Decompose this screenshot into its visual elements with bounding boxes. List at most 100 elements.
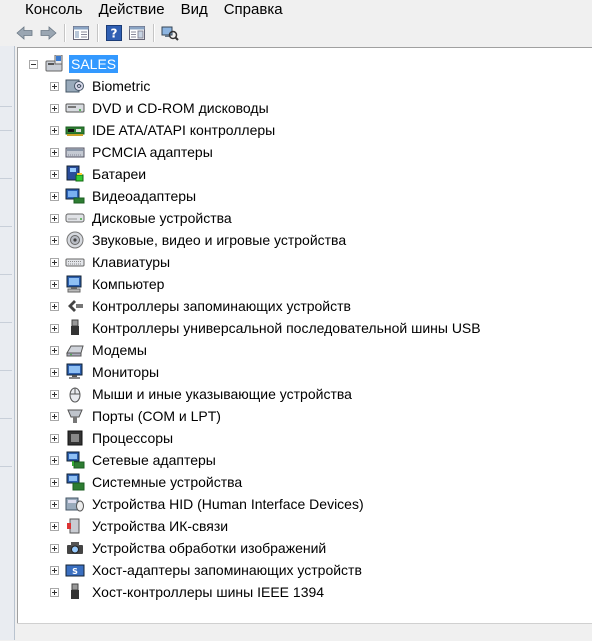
tree-item[interactable]: Biometric	[50, 75, 152, 97]
back-icon	[16, 26, 34, 40]
menu-action[interactable]: Действие	[91, 1, 173, 19]
tree-item[interactable]: Устройства обработки изображений	[50, 537, 328, 559]
expand-toggle[interactable]	[50, 587, 59, 597]
tree-item[interactable]: Звуковые, видео и игровые устройства	[50, 229, 348, 251]
expand-toggle[interactable]	[50, 345, 59, 355]
tree-item-label: Устройства обработки изображений	[92, 540, 327, 556]
tree-item-label: DVD и CD-ROM дисководы	[92, 100, 269, 116]
infrared-icon	[65, 517, 85, 535]
expand-toggle[interactable]	[50, 81, 59, 91]
expand-toggle[interactable]	[50, 543, 59, 553]
tree-item[interactable]: DVD и CD-ROM дисководы	[50, 97, 271, 119]
expand-toggle[interactable]	[50, 367, 59, 377]
usb-icon	[65, 319, 85, 337]
tree-item[interactable]: Контроллеры универсальной последовательн…	[50, 317, 483, 339]
tree-item[interactable]: Мониторы	[50, 361, 161, 383]
tree-item-label: Дисковые устройства	[92, 210, 232, 226]
status-bar	[17, 623, 592, 641]
storage-host-adapter-icon: S	[65, 561, 85, 579]
hid-icon	[65, 495, 85, 513]
properties-button[interactable]	[126, 22, 148, 44]
tree-item-label: Контроллеры запоминающих устройств	[92, 298, 351, 314]
expand-toggle[interactable]	[50, 323, 59, 333]
menu-help[interactable]: Справка	[216, 1, 291, 19]
expand-toggle[interactable]	[50, 301, 59, 311]
forward-icon	[39, 26, 57, 40]
svg-text:S: S	[72, 567, 78, 576]
mouse-icon	[65, 385, 85, 403]
scan-hardware-button[interactable]	[159, 22, 181, 44]
computer-icon	[65, 275, 85, 293]
tree-item-label: Системные устройства	[92, 474, 243, 490]
tree-item-label: PCMCIA адаптеры	[92, 144, 213, 160]
tree-item[interactable]: PCMCIA адаптеры	[50, 141, 215, 163]
tree-item[interactable]: Модемы	[50, 339, 149, 361]
expand-toggle[interactable]	[50, 257, 59, 267]
expand-toggle[interactable]	[50, 147, 59, 157]
expand-toggle[interactable]	[50, 565, 59, 575]
tree-item-label: Видеоадаптеры	[92, 188, 197, 204]
tree-root-label: SALES	[69, 55, 119, 73]
tree-item[interactable]: Дисковые устройства	[50, 207, 234, 229]
tree-item[interactable]: Батареи	[50, 163, 148, 185]
collapse-toggle[interactable]	[29, 59, 38, 69]
display-adapter-icon	[65, 187, 85, 205]
tree-item[interactable]: IDE ATA/ATAPI контроллеры	[50, 119, 277, 141]
tree-item[interactable]: Компьютер	[50, 273, 166, 295]
help-button[interactable]: ?	[103, 22, 125, 44]
tree-item[interactable]: Порты (COM и LPT)	[50, 405, 223, 427]
menu-view[interactable]: Вид	[173, 1, 216, 19]
tree-item-label: Компьютер	[92, 276, 165, 292]
expand-toggle[interactable]	[50, 455, 59, 465]
back-button[interactable]	[14, 22, 36, 44]
tree-item[interactable]: Мыши и иные указывающие устройства	[50, 383, 354, 405]
tree-item[interactable]: Хост-контроллеры шины IEEE 1394	[50, 581, 326, 603]
tree-item[interactable]: Системные устройства	[50, 471, 244, 493]
ieee1394-icon	[65, 583, 85, 601]
tree-item[interactable]: Клавиатуры	[50, 251, 172, 273]
toolbar: ?	[14, 20, 592, 46]
expand-toggle[interactable]	[50, 279, 59, 289]
console-tree-icon	[73, 26, 89, 40]
tree-item-label: Модемы	[92, 342, 147, 358]
expand-toggle[interactable]	[50, 235, 59, 245]
tree-item[interactable]: Сетевые адаптеры	[50, 449, 218, 471]
menu-bar: Консоль Действие Вид Справка	[0, 0, 592, 20]
tree-item-label: Процессоры	[92, 430, 174, 446]
expand-toggle[interactable]	[50, 411, 59, 421]
forward-button[interactable]	[37, 22, 59, 44]
monitor-icon	[65, 363, 85, 381]
tree-item[interactable]: Устройства ИК-связи	[50, 515, 230, 537]
tree-item[interactable]: Устройства HID (Human Interface Devices)	[50, 493, 366, 515]
tree-root[interactable]: SALES	[29, 53, 119, 75]
tree-item-label: Хост-контроллеры шины IEEE 1394	[92, 584, 325, 600]
expand-toggle[interactable]	[50, 433, 59, 443]
sound-icon	[65, 231, 85, 249]
tree-item-label: Сетевые адаптеры	[92, 452, 216, 468]
keyboard-icon	[65, 253, 85, 271]
expand-toggle[interactable]	[50, 103, 59, 113]
expand-toggle[interactable]	[50, 477, 59, 487]
biometric-icon	[65, 77, 85, 95]
expand-toggle[interactable]	[50, 389, 59, 399]
expand-toggle[interactable]	[50, 213, 59, 223]
tree-item-label: Устройства HID (Human Interface Devices)	[92, 496, 364, 512]
expand-toggle[interactable]	[50, 191, 59, 201]
tree-item-label: Звуковые, видео и игровые устройства	[92, 232, 347, 248]
tree-item[interactable]: Контроллеры запоминающих устройств	[50, 295, 353, 317]
toolbar-separator	[97, 24, 99, 42]
tree-item[interactable]: Процессоры	[50, 427, 175, 449]
toolbar-separator	[153, 24, 155, 42]
tree-item[interactable]: Видеоадаптеры	[50, 185, 198, 207]
disk-drive-icon	[65, 209, 85, 227]
expand-toggle[interactable]	[50, 499, 59, 509]
console-tree-button[interactable]	[70, 22, 92, 44]
expand-toggle[interactable]	[50, 125, 59, 135]
expand-toggle[interactable]	[50, 169, 59, 179]
tree-item[interactable]: S Хост-адаптеры запоминающих устройств	[50, 559, 364, 581]
expand-toggle[interactable]	[50, 521, 59, 531]
dvd-drive-icon	[65, 99, 85, 117]
menu-console[interactable]: Консоль	[0, 1, 91, 19]
tree-item-label: Батареи	[92, 166, 147, 182]
processor-icon	[65, 429, 85, 447]
